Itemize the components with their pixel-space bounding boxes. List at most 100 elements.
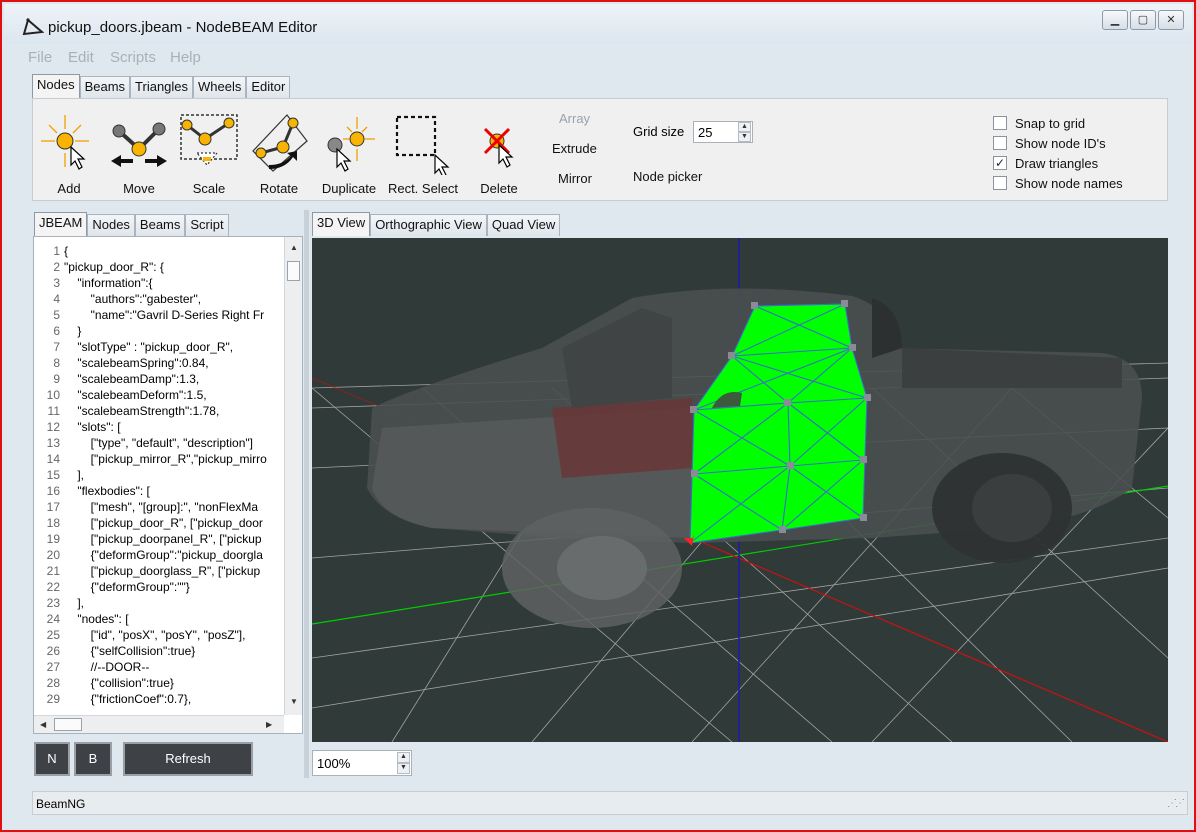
scale-button[interactable]: Scale <box>169 105 249 197</box>
scroll-thumb[interactable] <box>287 261 300 281</box>
delete-button[interactable]: Delete <box>459 105 539 197</box>
line-number: 18 <box>46 516 60 530</box>
code-line: 3 "information":{ <box>34 275 284 291</box>
code-line: 8 "scalebeamSpring":0.84, <box>34 355 284 371</box>
mirror-button[interactable]: Mirror <box>558 171 592 186</box>
scroll-down-icon[interactable]: ▼ <box>290 697 298 706</box>
code-line: 20 {"deformGroup":"pickup_doorgla <box>34 547 284 563</box>
code-line: 26 {"selfCollision":true} <box>34 643 284 659</box>
code-text: {"collision":true} <box>64 676 174 690</box>
code-text: { <box>64 244 69 258</box>
checkbox-box[interactable] <box>993 116 1007 130</box>
scroll-thumb[interactable] <box>54 718 82 731</box>
tab-beams[interactable]: Beams <box>79 76 131 98</box>
code-text: "information":{ <box>64 276 153 290</box>
draw-triangles-checkbox[interactable]: ✓ Draw triangles <box>993 153 1123 173</box>
extrude-button[interactable]: Extrude <box>552 141 597 156</box>
tab-editor[interactable]: Editor <box>246 76 291 98</box>
line-number: 10 <box>46 388 60 402</box>
tab-left-nodes[interactable]: Nodes <box>87 214 135 236</box>
line-number: 5 <box>53 308 60 322</box>
code-text: ["pickup_mirror_R","pickup_mirro <box>64 452 267 466</box>
tab-jbeam[interactable]: JBEAM <box>34 212 88 236</box>
b-button[interactable]: B <box>74 742 112 776</box>
checkmark-icon[interactable]: ✓ <box>993 156 1007 170</box>
checkbox-label: Show node ID's <box>1015 135 1106 151</box>
app-window: pickup_doors.jbeam - NodeBEAM Editor ▁ ▢… <box>0 0 1196 832</box>
node-toolbar: Add Move Scale Rotate Duplicate Rect. Se… <box>32 98 1168 201</box>
code-line: 1{ <box>34 243 284 259</box>
menu-edit[interactable]: Edit <box>68 49 94 66</box>
rect-select-icon <box>395 115 450 175</box>
scroll-left-icon[interactable]: ◀ <box>40 720 46 729</box>
vertical-scrollbar[interactable]: ▲ ▼ <box>284 237 302 715</box>
tab-script[interactable]: Script <box>185 214 229 236</box>
tool-label: Add <box>57 181 81 196</box>
jbeam-code-editor[interactable]: 1{2 "pickup_door_R": {3 "information":{4 … <box>33 236 303 734</box>
code-text: ["pickup_door_R", ["pickup_door <box>64 516 263 530</box>
tab-nodes[interactable]: Nodes <box>32 74 80 98</box>
add-button[interactable]: Add <box>29 105 109 197</box>
menu-scripts[interactable]: Scripts <box>110 49 156 66</box>
rotate-button[interactable]: Rotate <box>239 105 319 197</box>
checkbox-box[interactable] <box>993 176 1007 190</box>
line-number: 29 <box>46 692 60 706</box>
tab-left-beams[interactable]: Beams <box>134 214 186 236</box>
tab-wheels[interactable]: Wheels <box>193 76 247 98</box>
duplicate-button[interactable]: Duplicate <box>309 105 389 197</box>
n-button[interactable]: N <box>34 742 70 776</box>
code-lines[interactable]: 1{2 "pickup_door_R": {3 "information":{4 … <box>34 243 284 709</box>
line-number: 21 <box>46 564 60 578</box>
tab-3d-view[interactable]: 3D View <box>312 212 371 236</box>
move-button[interactable]: Move <box>99 105 179 197</box>
tab-triangles[interactable]: Triangles <box>130 76 194 98</box>
code-line: 28 {"collision":true} <box>34 675 284 691</box>
line-number: 14 <box>46 452 60 466</box>
spin-down-icon[interactable]: ▼ <box>738 132 751 142</box>
code-text: "scalebeamDamp":1.3, <box>64 372 200 386</box>
tab-quad-view[interactable]: Quad View <box>486 214 561 236</box>
node-picker-button[interactable]: Node picker <box>633 169 702 184</box>
menu-file[interactable]: File <box>28 49 52 66</box>
checkbox-label: Show node names <box>1015 175 1123 191</box>
close-icon[interactable]: ✕ <box>1158 10 1184 30</box>
rect-select-button[interactable]: Rect. Select <box>383 105 463 197</box>
code-text: "pickup_door_R": { <box>64 260 164 274</box>
panel-splitter[interactable] <box>304 210 309 778</box>
refresh-button[interactable]: Refresh <box>123 742 253 776</box>
status-bar: BeamNG ⋰⋰ <box>32 791 1188 815</box>
code-text: {"deformGroup":"pickup_doorgla <box>64 548 263 562</box>
show-node-names-checkbox[interactable]: Show node names <box>993 173 1123 193</box>
line-number: 30 <box>34 707 60 709</box>
spin-down-icon[interactable]: ▼ <box>397 763 410 774</box>
scroll-up-icon[interactable]: ▲ <box>290 243 298 252</box>
array-button[interactable]: Array <box>559 111 590 126</box>
line-number: 19 <box>46 532 60 546</box>
menu-help[interactable]: Help <box>170 49 201 66</box>
horizontal-scrollbar[interactable]: ◀ ▶ <box>34 715 284 733</box>
minimize-icon[interactable]: ▁ <box>1102 10 1128 30</box>
spin-up-icon[interactable]: ▲ <box>397 752 410 763</box>
checkbox-box[interactable] <box>993 136 1007 150</box>
line-number: 6 <box>53 324 60 338</box>
snap-to-grid-checkbox[interactable]: Snap to grid <box>993 113 1123 133</box>
line-number: 16 <box>46 484 60 498</box>
code-text: "slots": [ <box>64 420 121 434</box>
code-line: 14 ["pickup_mirror_R","pickup_mirro <box>34 451 284 467</box>
zoom-spinner[interactable]: 100% ▲ ▼ <box>312 750 412 776</box>
tab-orthographic-view[interactable]: Orthographic View <box>370 214 487 236</box>
resize-grip-icon[interactable]: ⋰⋰ <box>1167 798 1185 809</box>
menu-bar: File Edit Scripts Help <box>4 46 1192 68</box>
scroll-right-icon[interactable]: ▶ <box>266 720 272 729</box>
scene-canvas[interactable] <box>312 238 1168 742</box>
grid-size-spinner[interactable]: 25 ▲ ▼ <box>693 121 753 143</box>
code-text: "slotType" : "pickup_door_R", <box>64 340 234 354</box>
3d-viewport[interactable] <box>312 238 1168 742</box>
scale-node-icon <box>180 114 238 166</box>
show-node-ids-checkbox[interactable]: Show node ID's <box>993 133 1123 153</box>
maximize-icon[interactable]: ▢ <box>1130 10 1156 30</box>
line-number: 28 <box>46 676 60 690</box>
status-text: BeamNG <box>36 797 86 811</box>
spin-up-icon[interactable]: ▲ <box>738 122 751 132</box>
line-number: 17 <box>46 500 60 514</box>
